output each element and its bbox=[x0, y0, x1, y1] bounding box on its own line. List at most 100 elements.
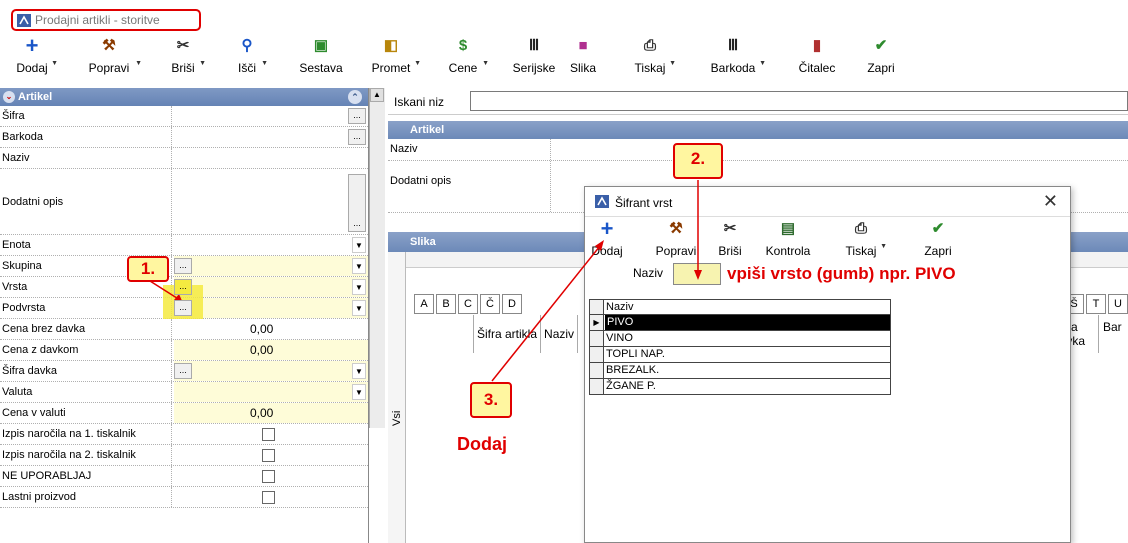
skupina-select[interactable] bbox=[174, 256, 368, 276]
barkoda-button[interactable]: Ⅲ Barkoda ▼ bbox=[708, 36, 766, 82]
field-izpis-2: Izpis naročila na 2. tiskalnik bbox=[0, 445, 368, 466]
dialog-zapri-button[interactable]: ✔ Zapri bbox=[921, 219, 955, 265]
izpis-1-checkbox[interactable] bbox=[262, 428, 275, 441]
preview-naziv-row: Naziv bbox=[388, 139, 1128, 161]
sifra-browse-button[interactable]: ... bbox=[348, 108, 366, 124]
dialog-naziv-row: Naziv vpiši vrsto (gumb) npr. PIVO bbox=[633, 263, 956, 285]
collapse-down-icon[interactable]: ⌄ bbox=[3, 91, 15, 103]
dodatni-opis-browse-button[interactable]: ... bbox=[348, 174, 366, 232]
valuta-select[interactable] bbox=[174, 382, 368, 402]
promet-button[interactable]: ◧ Promet ▼ bbox=[369, 36, 421, 82]
close-icon[interactable]: ✕ bbox=[1043, 191, 1058, 212]
naziv-input[interactable] bbox=[174, 148, 368, 168]
dialog-popravi-button[interactable]: ⚒ Popravi bbox=[651, 219, 701, 265]
cene-button[interactable]: $ Cene ▼ bbox=[445, 36, 489, 82]
chevron-down-icon[interactable]: ▼ bbox=[352, 279, 366, 295]
slika-button[interactable]: ■ Slika bbox=[567, 36, 599, 82]
citalec-button[interactable]: ▮ Čitalec bbox=[793, 36, 841, 82]
table-row[interactable]: ▶ PIVO bbox=[589, 315, 891, 331]
title-highlight: Prodajni artikli - storitve bbox=[11, 9, 201, 31]
dropdown-arrow-icon[interactable]: ▼ bbox=[759, 60, 766, 67]
left-panel-scrollbar[interactable]: ▲ bbox=[369, 88, 385, 428]
barkoda-browse-button[interactable]: ... bbox=[348, 129, 366, 145]
sifra-input[interactable] bbox=[174, 106, 368, 126]
sifrant-vrst-dialog: Šifrant vrst ✕ + Dodaj ⚒ Popravi ✂ Briši… bbox=[584, 186, 1071, 543]
hammer-icon: ⚒ bbox=[102, 37, 116, 54]
column-sifra-artikla[interactable]: Šifra artikla bbox=[474, 315, 542, 353]
chevron-down-icon[interactable]: ▼ bbox=[352, 258, 366, 274]
search-input[interactable] bbox=[470, 91, 1128, 111]
table-row[interactable]: BREZALK. bbox=[589, 363, 891, 379]
dialog-tiskaj-button[interactable]: ⎙ Tiskaj ▼ bbox=[843, 219, 887, 265]
podvrsta-select[interactable] bbox=[174, 298, 368, 318]
row-pointer-icon: ▶ bbox=[590, 315, 604, 330]
plus-icon: + bbox=[600, 216, 614, 241]
zapri-button[interactable]: ✔ Zapri bbox=[864, 36, 898, 82]
column-bar[interactable]: Bar bbox=[1098, 315, 1128, 353]
scroll-up-icon[interactable]: ▲ bbox=[370, 88, 384, 102]
table-row[interactable]: VINO bbox=[589, 331, 891, 347]
isci-button[interactable]: ⚲ Išči ▼ bbox=[234, 36, 268, 82]
printer-icon: ⎙ bbox=[854, 220, 867, 237]
dialog-toolbar: + Dodaj ⚒ Popravi ✂ Briši ▤ Kontrola ⎙ T… bbox=[585, 217, 1070, 263]
chevron-down-icon[interactable]: ▼ bbox=[352, 300, 366, 316]
enota-select[interactable] bbox=[174, 235, 368, 255]
field-cena-brez-davka: Cena brez davka 0,00 bbox=[0, 319, 368, 340]
dropdown-arrow-icon[interactable]: ▼ bbox=[414, 60, 421, 67]
chevron-down-icon[interactable]: ▼ bbox=[352, 237, 366, 253]
podvrsta-browse-button[interactable]: ... bbox=[174, 300, 192, 316]
traffic-icon: ◧ bbox=[383, 37, 399, 54]
letter-tab[interactable]: A bbox=[414, 294, 434, 314]
serijske-button[interactable]: Ⅲ Serijske bbox=[508, 36, 560, 82]
field-cena-v-valuti: Cena v valuti 0,00 bbox=[0, 403, 368, 424]
main-toolbar: + Dodaj ▼ ⚒ Popravi ▼ ✂ Briši ▼ ⚲ Išči ▼… bbox=[0, 34, 1128, 85]
column-naziv[interactable]: Naziv bbox=[606, 300, 634, 315]
letter-tab[interactable]: D bbox=[502, 294, 522, 314]
barcode-icon: Ⅲ bbox=[727, 37, 739, 54]
dropdown-arrow-icon[interactable]: ▼ bbox=[51, 60, 58, 67]
table-row[interactable]: TOPLI NAP. bbox=[589, 347, 891, 363]
letter-tab[interactable]: Č bbox=[480, 294, 500, 314]
brisi-button[interactable]: ✂ Briši ▼ bbox=[168, 36, 206, 82]
tiskaj-button[interactable]: ⎙ Tiskaj ▼ bbox=[632, 36, 676, 82]
column-naziv[interactable]: Naziv bbox=[541, 315, 579, 353]
vrsta-browse-button[interactable]: ... bbox=[174, 279, 192, 295]
dialog-title-bar: Šifrant vrst ✕ bbox=[585, 187, 1070, 217]
chevron-down-icon[interactable]: ▼ bbox=[352, 363, 366, 379]
dropdown-arrow-icon[interactable]: ▼ bbox=[482, 60, 489, 67]
app-icon bbox=[595, 195, 609, 208]
skupina-browse-button[interactable]: ... bbox=[174, 258, 192, 274]
ne-uporabljaj-checkbox[interactable] bbox=[262, 470, 275, 483]
dialog-brisi-button[interactable]: ✂ Briši bbox=[715, 219, 745, 265]
scanner-icon: ▮ bbox=[812, 37, 822, 54]
dropdown-arrow-icon[interactable]: ▼ bbox=[199, 60, 206, 67]
table-row[interactable]: ŽGANE P. bbox=[589, 379, 891, 395]
dropdown-arrow-icon[interactable]: ▼ bbox=[135, 60, 142, 67]
naziv-filter-input[interactable] bbox=[673, 263, 721, 285]
lastni-proizvod-checkbox[interactable] bbox=[262, 491, 275, 504]
letter-tab[interactable]: U bbox=[1108, 294, 1128, 314]
sifra-davka-select[interactable] bbox=[174, 361, 368, 381]
assembly-icon: ▣ bbox=[313, 37, 329, 54]
dropdown-arrow-icon[interactable]: ▼ bbox=[669, 60, 676, 67]
sestava-button[interactable]: ▣ Sestava bbox=[296, 36, 346, 82]
collapse-up-icon[interactable]: ⌃ bbox=[348, 90, 362, 104]
izpis-2-checkbox[interactable] bbox=[262, 449, 275, 462]
letter-tab[interactable]: C bbox=[458, 294, 478, 314]
artikel-section-header: Artikel bbox=[388, 121, 1128, 139]
popravi-button[interactable]: ⚒ Popravi ▼ bbox=[84, 36, 142, 82]
barkoda-input[interactable] bbox=[174, 127, 368, 147]
vrsta-select[interactable] bbox=[174, 277, 368, 297]
dialog-kontrola-button[interactable]: ▤ Kontrola bbox=[763, 219, 813, 265]
dropdown-arrow-icon[interactable]: ▼ bbox=[880, 243, 887, 250]
chevron-down-icon[interactable]: ▼ bbox=[352, 384, 366, 400]
dropdown-arrow-icon[interactable]: ▼ bbox=[261, 60, 268, 67]
letter-tab[interactable]: T bbox=[1086, 294, 1106, 314]
letter-tab[interactable]: B bbox=[436, 294, 456, 314]
dialog-dodaj-button[interactable]: + Dodaj bbox=[589, 216, 625, 265]
dodaj-button[interactable]: + Dodaj ▼ bbox=[14, 35, 58, 82]
vsi-tab[interactable]: Vsi bbox=[388, 252, 406, 543]
dodatni-opis-input[interactable] bbox=[174, 169, 368, 234]
field-sifra: Šifra ... bbox=[0, 106, 368, 127]
sifra-davka-browse-button[interactable]: ... bbox=[174, 363, 192, 379]
